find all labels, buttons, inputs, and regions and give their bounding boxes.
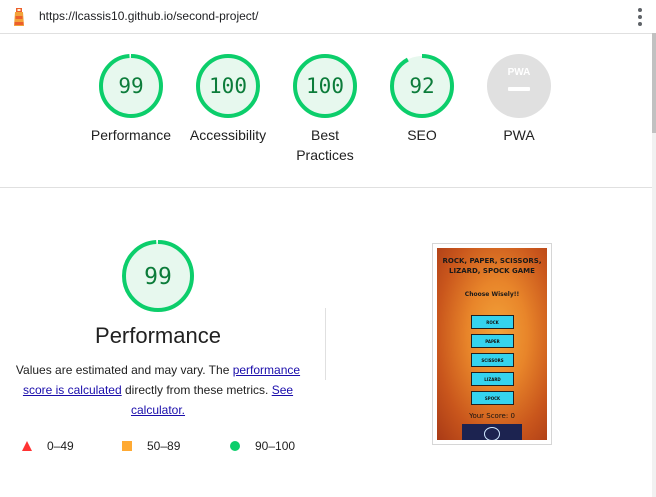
gauge-ring-best-practices: 100 (293, 54, 357, 118)
legend-range: 50–89 (147, 439, 181, 453)
kebab-menu-icon[interactable] (638, 8, 644, 26)
red-triangle-icon (22, 441, 32, 451)
gauge-performance[interactable]: 99 Performance (81, 53, 181, 145)
desc-text-2: directly from these metrics. (121, 383, 272, 397)
thumbnail-title: ROCK, PAPER, SCISSORS, LIZARD, SPOCK GAM… (442, 257, 542, 275)
gauge-label: PWA (503, 127, 535, 143)
performance-description: Values are estimated and may vary. The p… (10, 360, 306, 420)
thumbnail-score: Your Score: 0 (469, 412, 515, 420)
scrollbar[interactable] (652, 33, 656, 497)
vertical-divider (325, 308, 326, 380)
thumbnail-button: ROCK (471, 315, 514, 329)
legend-range: 0–49 (47, 439, 74, 453)
gauge-seo[interactable]: 92 SEO (372, 53, 472, 145)
thumbnail-footer-image (462, 424, 522, 440)
gauge-score: 100 (209, 74, 247, 98)
gauge-label: SEO (407, 127, 437, 143)
gauge-label: Accessibility (189, 127, 267, 143)
final-screenshot-thumbnail[interactable]: ROCK, PAPER, SCISSORS, LIZARD, SPOCK GAM… (432, 243, 552, 445)
legend-range: 90–100 (255, 439, 296, 453)
section-divider (0, 187, 652, 188)
thumbnail-button: LIZARD (471, 372, 514, 386)
planet-icon (484, 427, 500, 440)
gauge-score: 100 (306, 74, 344, 98)
gauge-label: Best Practices (296, 127, 354, 163)
detail-score: 99 (144, 264, 172, 290)
desc-text-1: Values are estimated and may vary. The (15, 363, 233, 377)
thumbnail-subtitle: Choose Wisely!! (464, 291, 520, 298)
gauge-best-practices[interactable]: 100 Best Practices (275, 53, 375, 165)
gauge-label: Performance (90, 127, 172, 143)
gauge-ring-performance: 99 (99, 54, 163, 118)
pwa-badge-text: PWA (508, 67, 531, 78)
gauge-ring-seo: 92 (390, 54, 454, 118)
thumbnail-button: SPOCK (471, 391, 514, 405)
gauge-ring-accessibility: 100 (196, 54, 260, 118)
orange-square-icon (122, 441, 132, 451)
page-url[interactable]: https://lcassis10.github.io/second-proje… (39, 9, 258, 23)
performance-detail-gauge: 99 (121, 239, 195, 318)
performance-title: Performance (95, 323, 221, 348)
url-bar: https://lcassis10.github.io/second-proje… (0, 0, 656, 34)
thumbnail-image: ROCK, PAPER, SCISSORS, LIZARD, SPOCK GAM… (437, 248, 547, 440)
thumbnail-button: SCISSORS (471, 353, 514, 367)
gauge-pwa[interactable]: PWA PWA (469, 53, 569, 145)
thumbnail-button: PAPER (471, 334, 514, 348)
gauge-accessibility[interactable]: 100 Accessibility (178, 53, 278, 145)
lighthouse-icon (14, 8, 24, 26)
detail-gauge-ring: 99 (122, 240, 194, 312)
scrollbar-thumb[interactable] (652, 33, 656, 133)
pwa-badge-icon: PWA (487, 54, 551, 118)
gauge-score: 99 (118, 74, 143, 98)
gauge-score: 92 (409, 74, 434, 98)
green-circle-icon (230, 441, 240, 451)
